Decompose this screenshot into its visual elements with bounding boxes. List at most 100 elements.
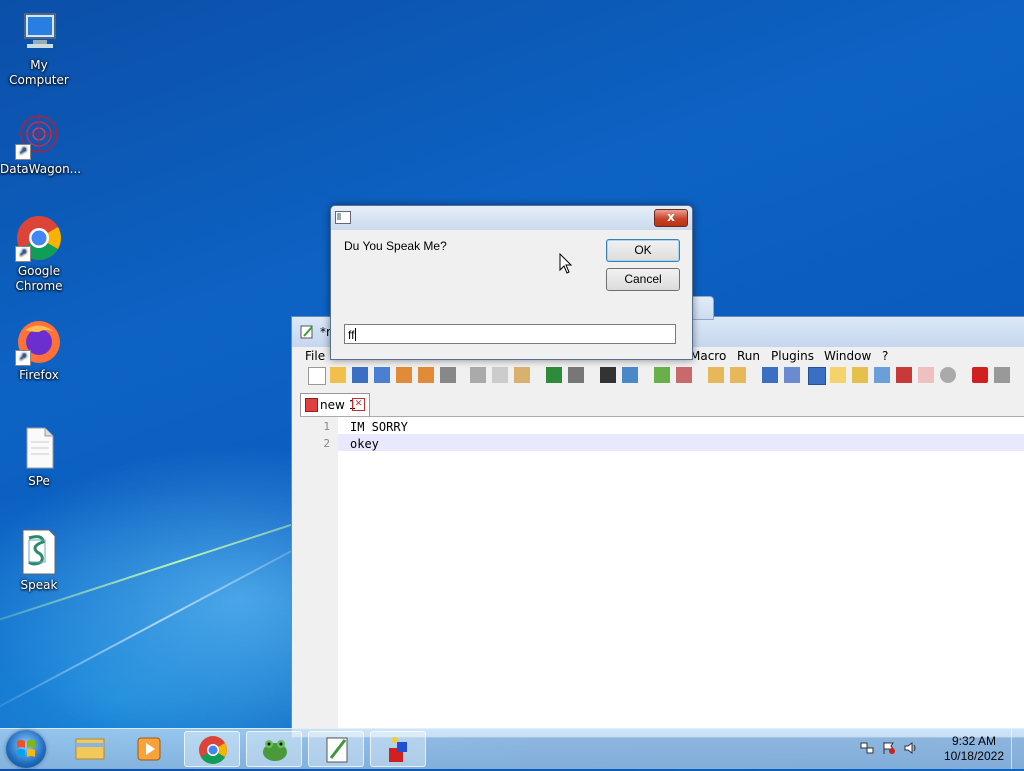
close-icon: x bbox=[667, 210, 675, 224]
save-icon[interactable] bbox=[352, 367, 368, 383]
sync-horizontal-icon[interactable] bbox=[730, 367, 746, 383]
dialog-prompt: Du You Speak Me? bbox=[344, 239, 447, 253]
firefox-icon: ↗ bbox=[15, 318, 63, 366]
close-file-icon[interactable] bbox=[396, 367, 412, 383]
tab-label: new 1 bbox=[320, 398, 357, 412]
notepad-plus-plus-window: *r File Macro Run Plugins Window ? new 1… bbox=[291, 316, 1024, 738]
blocks-app-icon bbox=[389, 737, 407, 762]
find-icon[interactable] bbox=[600, 367, 616, 383]
unsaved-file-icon bbox=[305, 398, 318, 412]
chrome-icon: ↗ bbox=[15, 214, 63, 262]
replace-icon[interactable] bbox=[622, 367, 638, 383]
notepad-app-icon bbox=[300, 325, 314, 339]
editor-area[interactable]: 1 2 IM SORRY okey bbox=[300, 416, 1024, 737]
input-dialog: x Du You Speak Me? OK Cancel ff bbox=[330, 205, 693, 360]
desktop-icon-label: Firefox bbox=[19, 368, 59, 382]
menu-plugins[interactable]: Plugins bbox=[771, 349, 814, 363]
menu-file[interactable]: File bbox=[305, 349, 325, 363]
desktop-icon-label: My Computer bbox=[9, 58, 69, 87]
shortcut-arrow-icon: ↗ bbox=[15, 350, 31, 366]
desktop-icon-label: SPe bbox=[28, 474, 50, 488]
monitoring-icon[interactable] bbox=[918, 367, 934, 383]
text-caret bbox=[355, 328, 357, 341]
desktop-icon-label: DataWagon... bbox=[0, 162, 82, 176]
copy-icon[interactable] bbox=[492, 367, 508, 383]
mouse-pointer-icon bbox=[559, 252, 573, 278]
line-number-gutter: 1 2 bbox=[300, 417, 338, 737]
desktop-icon-spe[interactable]: SPe bbox=[0, 424, 78, 489]
taskbar-app-frog[interactable] bbox=[246, 731, 302, 767]
cut-icon[interactable] bbox=[470, 367, 486, 383]
media-player-icon bbox=[137, 737, 161, 761]
menu-run[interactable]: Run bbox=[737, 349, 760, 363]
menu-window[interactable]: Window bbox=[824, 349, 871, 363]
tab-new-1[interactable]: new 1 ✕ bbox=[300, 393, 370, 416]
open-file-icon[interactable] bbox=[330, 367, 346, 383]
taskbar-explorer[interactable] bbox=[62, 731, 118, 767]
taskbar-app-blocks[interactable] bbox=[370, 731, 426, 767]
desktop-icon-datawagon[interactable]: ↗ DataWagon... bbox=[0, 112, 82, 177]
action-center-flag-icon[interactable] bbox=[882, 741, 896, 755]
volume-icon[interactable] bbox=[904, 741, 918, 755]
dialog-text-input[interactable]: ff bbox=[344, 324, 676, 344]
zoom-out-icon[interactable] bbox=[676, 367, 692, 383]
undo-icon[interactable] bbox=[546, 367, 562, 383]
ok-button[interactable]: OK bbox=[606, 239, 680, 262]
system-tray: 9:32 AM 10/18/2022 bbox=[854, 729, 1024, 769]
window-icon bbox=[335, 211, 351, 224]
desktop-icon-firefox[interactable]: ↗ Firefox bbox=[0, 318, 78, 383]
desktop-icon-label: Speak bbox=[20, 578, 58, 592]
language-icon[interactable] bbox=[830, 367, 846, 383]
line-number: 2 bbox=[323, 437, 330, 450]
shortcut-arrow-icon: ↗ bbox=[15, 144, 31, 160]
network-icon[interactable] bbox=[860, 741, 874, 755]
frog-app-icon bbox=[263, 740, 287, 761]
print-icon[interactable] bbox=[440, 367, 456, 383]
dialog-close-button[interactable]: x bbox=[654, 209, 688, 227]
desktop-icon-my-computer[interactable]: My Computer bbox=[0, 8, 78, 88]
desktop-icon-label: Google Chrome bbox=[15, 264, 63, 293]
cancel-button[interactable]: Cancel bbox=[606, 268, 680, 291]
new-file-icon[interactable] bbox=[308, 367, 326, 385]
clock-time: 9:32 AM bbox=[951, 734, 996, 748]
editor-line: okey bbox=[350, 437, 379, 451]
show-all-characters-icon[interactable] bbox=[784, 367, 800, 383]
current-line-highlight bbox=[338, 434, 1024, 451]
doc-map-icon[interactable] bbox=[852, 367, 868, 383]
zoom-in-icon[interactable] bbox=[654, 367, 670, 383]
macro-record-icon[interactable] bbox=[972, 367, 988, 383]
redo-icon[interactable] bbox=[568, 367, 584, 383]
menu-help[interactable]: ? bbox=[882, 349, 888, 363]
macro-stop-recording-icon[interactable] bbox=[994, 367, 1010, 383]
menu-macro[interactable]: Macro bbox=[690, 349, 726, 363]
text-file-icon bbox=[15, 424, 63, 472]
datawagon-icon: ↗ bbox=[15, 112, 63, 160]
editor-line: IM SORRY bbox=[350, 420, 408, 434]
word-wrap-icon[interactable] bbox=[762, 367, 778, 383]
clock-date: 10/18/2022 bbox=[943, 749, 1004, 763]
folder-as-workspace-icon[interactable] bbox=[896, 367, 912, 383]
indent-guide-icon[interactable] bbox=[808, 367, 826, 385]
script-file-icon bbox=[15, 528, 63, 576]
notepad-toolbar bbox=[300, 367, 1024, 387]
desktop-icon-speak[interactable]: Speak bbox=[0, 528, 78, 593]
close-all-icon[interactable] bbox=[418, 367, 434, 383]
line-number: 1 bbox=[323, 420, 330, 433]
start-button[interactable] bbox=[6, 730, 46, 768]
save-all-icon[interactable] bbox=[374, 367, 390, 383]
sync-vertical-icon[interactable] bbox=[708, 367, 724, 383]
taskbar-notepad-plus-plus[interactable] bbox=[308, 731, 364, 767]
computer-icon bbox=[15, 8, 63, 56]
taskbar-clock[interactable]: 9:32 AM 10/18/2022 bbox=[944, 734, 1004, 764]
macro-stop-icon[interactable] bbox=[940, 367, 956, 383]
function-list-icon[interactable] bbox=[874, 367, 890, 383]
folder-icon bbox=[75, 738, 105, 760]
show-desktop-button[interactable] bbox=[1011, 729, 1024, 769]
tab-close-icon[interactable]: ✕ bbox=[352, 398, 365, 411]
windows-logo-icon bbox=[17, 740, 35, 757]
paste-icon[interactable] bbox=[514, 367, 530, 383]
taskbar-chrome[interactable] bbox=[184, 731, 240, 767]
taskbar-media-player[interactable] bbox=[122, 731, 178, 767]
desktop-icon-google-chrome[interactable]: ↗ Google Chrome bbox=[0, 214, 78, 294]
dialog-title-bar[interactable]: x bbox=[331, 206, 692, 230]
